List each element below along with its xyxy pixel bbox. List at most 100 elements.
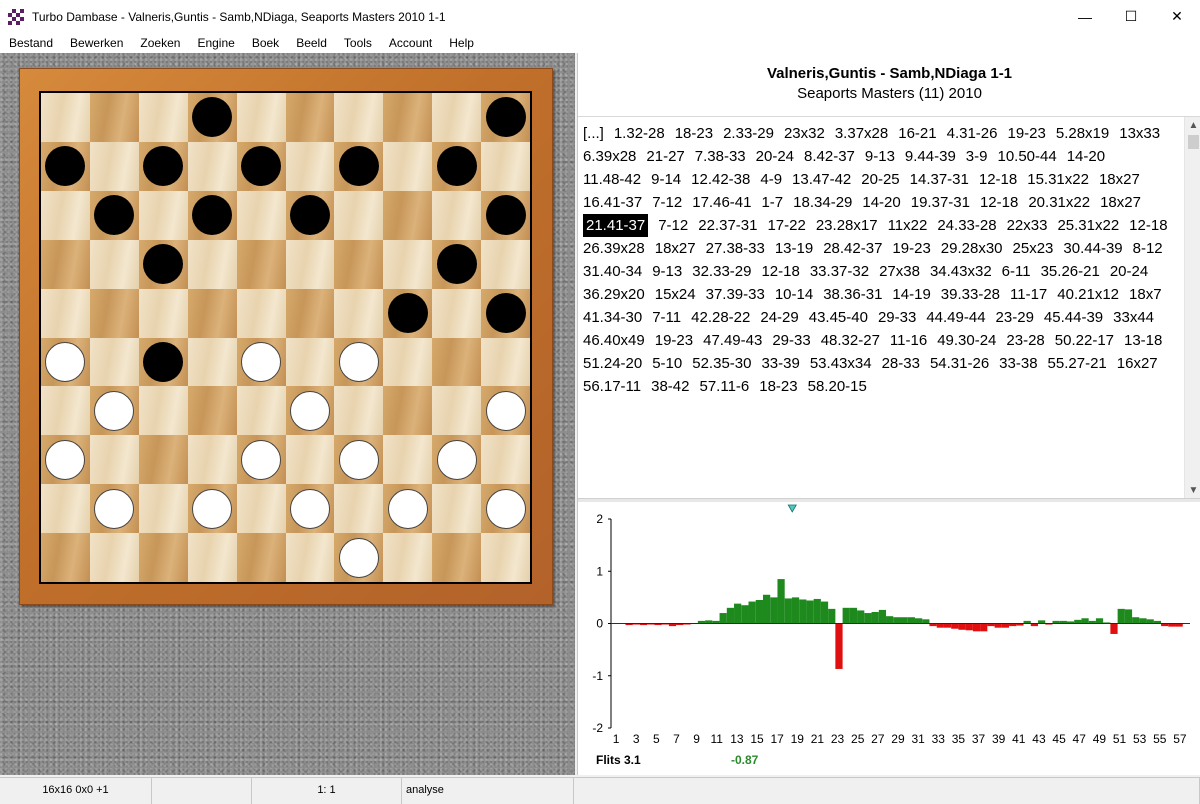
- move-item[interactable]: 23-28: [1006, 329, 1044, 352]
- move-item[interactable]: 54.31-26: [930, 352, 989, 375]
- dark-square[interactable]: [334, 337, 384, 387]
- move-item[interactable]: 34.43x32: [930, 260, 992, 283]
- black-piece[interactable]: [241, 146, 282, 187]
- black-piece[interactable]: [94, 195, 135, 236]
- move-item[interactable]: 57.11-6: [699, 375, 749, 398]
- move-item[interactable]: 31.40-34: [583, 260, 642, 283]
- white-piece[interactable]: [192, 488, 233, 529]
- move-item[interactable]: 7.38-33: [695, 145, 746, 168]
- move-item[interactable]: 2.33-29: [723, 122, 774, 145]
- move-item[interactable]: 18-23: [675, 122, 713, 145]
- dark-square[interactable]: [285, 288, 335, 338]
- move-item[interactable]: 20.31x22: [1028, 191, 1090, 214]
- black-piece[interactable]: [436, 244, 477, 285]
- move-item[interactable]: 25.31x22: [1057, 214, 1119, 237]
- move-item[interactable]: 8-12: [1133, 237, 1163, 260]
- move-item[interactable]: 8.42-37: [804, 145, 855, 168]
- move-item[interactable]: 40.21x12: [1057, 283, 1119, 306]
- move-item[interactable]: 4-9: [760, 168, 782, 191]
- dark-square[interactable]: [138, 141, 188, 191]
- white-piece[interactable]: [338, 341, 379, 382]
- move-item[interactable]: 10-14: [775, 283, 813, 306]
- move-item[interactable]: 7-12: [658, 214, 688, 237]
- dark-square[interactable]: [138, 337, 188, 387]
- dark-square[interactable]: [236, 435, 286, 485]
- move-item[interactable]: 23.28x17: [816, 214, 878, 237]
- white-piece[interactable]: [45, 439, 86, 480]
- menu-zoeken[interactable]: Zoeken: [131, 36, 188, 50]
- dark-square[interactable]: [432, 533, 482, 582]
- move-item[interactable]: 13.47-42: [792, 168, 851, 191]
- dark-square[interactable]: [89, 386, 139, 436]
- move-item[interactable]: 48.32-27: [821, 329, 880, 352]
- dark-square[interactable]: [432, 337, 482, 387]
- move-item[interactable]: 11.48-42: [583, 168, 641, 191]
- white-piece[interactable]: [387, 488, 428, 529]
- dark-square[interactable]: [481, 386, 530, 436]
- black-piece[interactable]: [143, 341, 184, 382]
- dark-square[interactable]: [41, 239, 90, 289]
- dark-square[interactable]: [481, 288, 530, 338]
- move-item[interactable]: 7-12: [652, 191, 682, 214]
- move-item[interactable]: 35.26-21: [1041, 260, 1100, 283]
- move-list-scrollbar[interactable]: ▲ ▼: [1184, 117, 1200, 499]
- white-piece[interactable]: [338, 537, 379, 578]
- dark-square[interactable]: [383, 190, 433, 240]
- move-item[interactable]: 14-20: [862, 191, 900, 214]
- move-item[interactable]: 21-27: [646, 145, 684, 168]
- black-piece[interactable]: [485, 293, 526, 334]
- move-item[interactable]: 5-10: [652, 352, 682, 375]
- dark-square[interactable]: [138, 435, 188, 485]
- menu-beeld[interactable]: Beeld: [287, 36, 335, 50]
- black-piece[interactable]: [485, 195, 526, 236]
- dark-square[interactable]: [138, 533, 188, 582]
- black-piece[interactable]: [45, 146, 86, 187]
- maximize-button[interactable]: ☐: [1108, 0, 1154, 33]
- move-item[interactable]: 38.36-31: [823, 283, 882, 306]
- white-piece[interactable]: [338, 439, 379, 480]
- dark-square[interactable]: [187, 484, 237, 534]
- move-item[interactable]: 52.35-30: [692, 352, 751, 375]
- move-item[interactable]: 25x23: [1013, 237, 1054, 260]
- dark-square[interactable]: [432, 141, 482, 191]
- black-piece[interactable]: [192, 195, 233, 236]
- move-item[interactable]: 49.30-24: [937, 329, 996, 352]
- move-item[interactable]: 28.42-37: [823, 237, 882, 260]
- menu-engine[interactable]: Engine: [188, 36, 242, 50]
- dark-square[interactable]: [383, 386, 433, 436]
- move-item[interactable]: 5.28x19: [1056, 122, 1109, 145]
- move-item[interactable]: 29-33: [878, 306, 916, 329]
- dark-square[interactable]: [41, 337, 90, 387]
- move-item[interactable]: 3.37x28: [835, 122, 888, 145]
- move-item[interactable]: 20-25: [861, 168, 899, 191]
- white-piece[interactable]: [485, 488, 526, 529]
- move-item[interactable]: 1.32-28: [614, 122, 665, 145]
- black-piece[interactable]: [387, 293, 428, 334]
- black-piece[interactable]: [485, 97, 526, 138]
- dark-square[interactable]: [481, 484, 530, 534]
- dark-square[interactable]: [334, 239, 384, 289]
- move-item-selected[interactable]: 21.41-37: [583, 214, 649, 237]
- close-button[interactable]: ✕: [1154, 0, 1200, 33]
- move-item[interactable]: 17-22: [767, 214, 805, 237]
- dark-square[interactable]: [236, 533, 286, 582]
- move-item[interactable]: 14-20: [1067, 145, 1105, 168]
- dark-square[interactable]: [89, 190, 139, 240]
- move-item[interactable]: 33-38: [999, 352, 1037, 375]
- move-item[interactable]: 4.31-26: [947, 122, 998, 145]
- move-item[interactable]: 18x7: [1129, 283, 1162, 306]
- move-item[interactable]: 36.29x20: [583, 283, 645, 306]
- move-item[interactable]: 42.28-22: [691, 306, 750, 329]
- move-item[interactable]: 27.38-33: [706, 237, 765, 260]
- dark-square[interactable]: [187, 190, 237, 240]
- black-piece[interactable]: [289, 195, 330, 236]
- move-item[interactable]: 24.33-28: [937, 214, 996, 237]
- move-item[interactable]: 20-24: [1110, 260, 1148, 283]
- move-item[interactable]: 41.34-30: [583, 306, 642, 329]
- move-item[interactable]: 24-29: [760, 306, 798, 329]
- move-item[interactable]: 43.45-40: [809, 306, 868, 329]
- black-piece[interactable]: [192, 97, 233, 138]
- move-item[interactable]: 29.28x30: [941, 237, 1003, 260]
- dark-square[interactable]: [334, 533, 384, 582]
- black-piece[interactable]: [436, 146, 477, 187]
